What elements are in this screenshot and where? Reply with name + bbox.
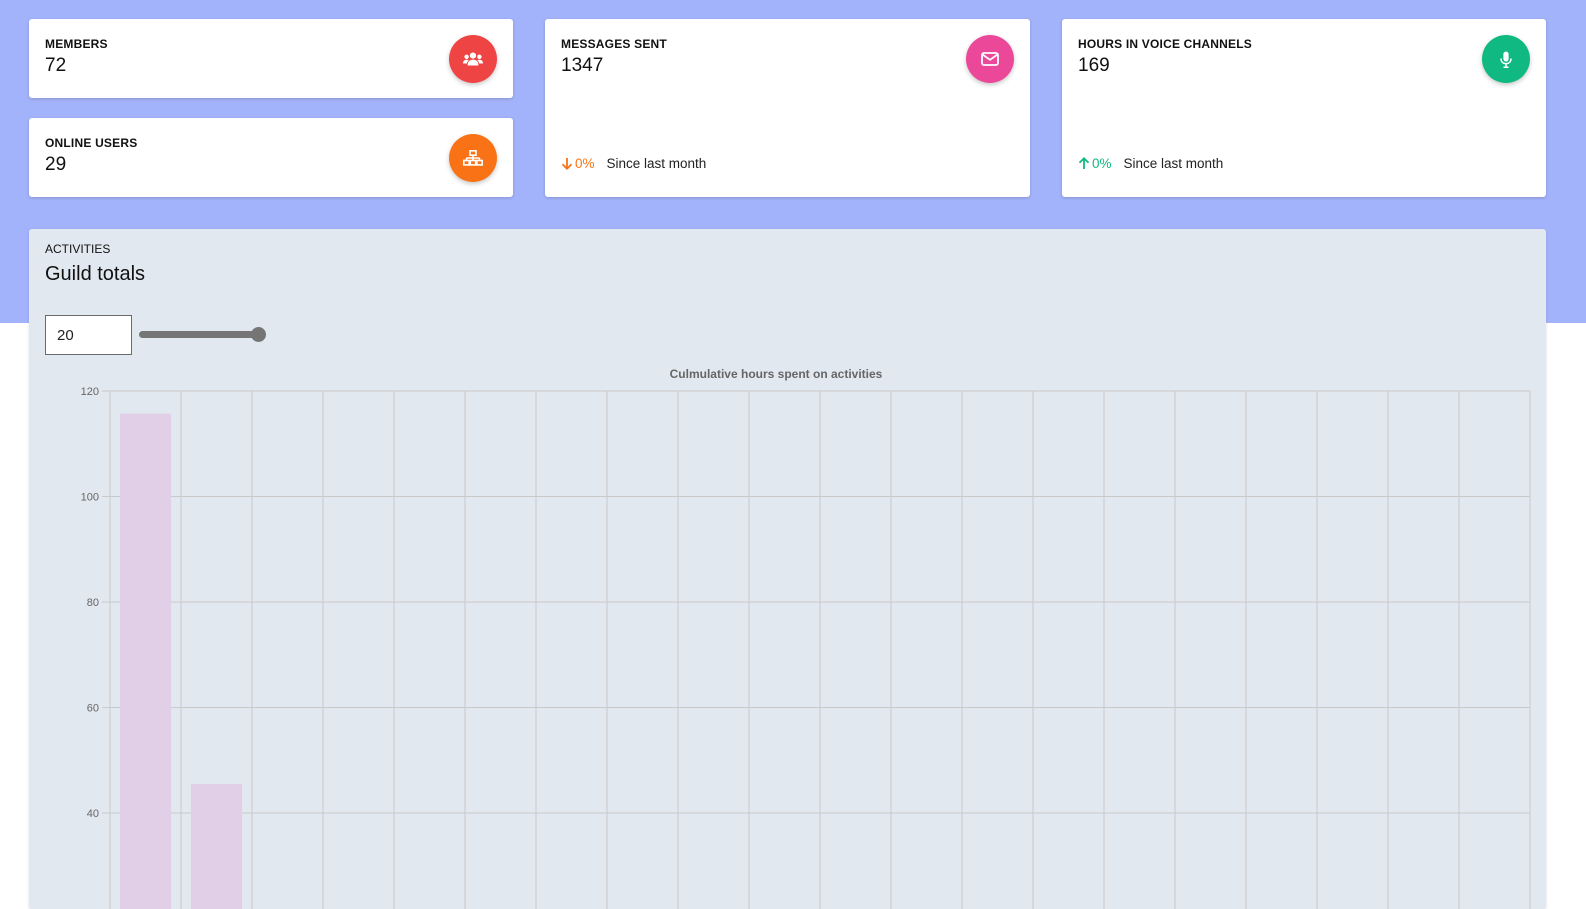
- messages-trend-since: Since last month: [606, 156, 707, 171]
- messages-trend-percent: 0%: [575, 156, 595, 171]
- online-users-label: ONLINE USERS: [45, 136, 138, 150]
- voice-hours-label: HOURS IN VOICE CHANNELS: [1078, 37, 1252, 51]
- members-label: MEMBERS: [45, 37, 108, 51]
- users-icon: [449, 35, 497, 83]
- online-users-card: ONLINE USERS 29: [29, 118, 513, 197]
- messages-sent-value: 1347: [561, 55, 604, 76]
- y-tick-label: 120: [81, 386, 99, 398]
- online-users-value: 29: [45, 154, 67, 175]
- voice-trend: 0% Since last month: [1078, 156, 1223, 171]
- y-tick-label: 80: [87, 597, 99, 609]
- microphone-icon: [1482, 35, 1530, 83]
- members-value: 72: [45, 55, 67, 76]
- chart-bar: [190, 783, 243, 909]
- chart-bar: [119, 413, 172, 909]
- arrow-up-icon: [1078, 157, 1090, 170]
- voice-trend-since: Since last month: [1123, 156, 1224, 171]
- sitemap-icon: [449, 134, 497, 182]
- y-tick-label: 40: [87, 808, 99, 820]
- chart-title: Culmulative hours spent on activities: [670, 367, 883, 381]
- voice-hours-value: 169: [1078, 55, 1110, 76]
- messages-trend: 0% Since last month: [561, 156, 706, 171]
- arrow-down-icon: [561, 157, 573, 170]
- voice-hours-card: HOURS IN VOICE CHANNELS 169 0% Since las…: [1062, 19, 1546, 197]
- y-tick-label: 60: [87, 703, 99, 715]
- activities-bar-chart: Culmulative hours spent on activities 120…: [81, 367, 1531, 909]
- y-tick-label: 100: [81, 492, 99, 504]
- envelope-icon: [966, 35, 1014, 83]
- messages-sent-label: MESSAGES SENT: [561, 37, 667, 51]
- activities-panel: ACTIVITIES Guild totals Culmulative hour…: [29, 229, 1546, 909]
- voice-trend-percent: 0%: [1092, 156, 1112, 171]
- messages-sent-card: MESSAGES SENT 1347 0% Since last month: [545, 19, 1030, 197]
- members-card: MEMBERS 72: [29, 19, 513, 98]
